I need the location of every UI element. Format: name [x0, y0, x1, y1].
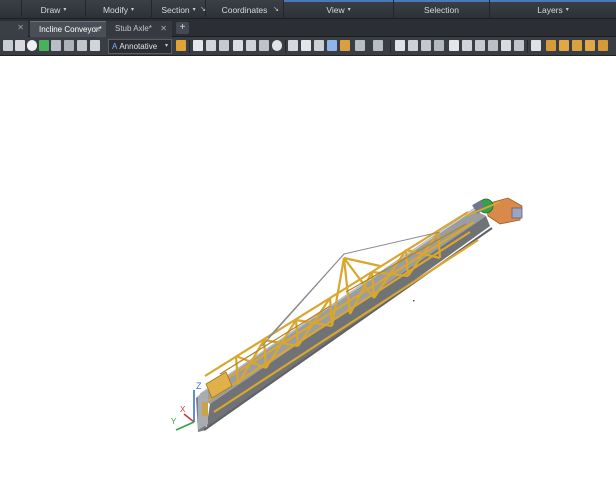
chevron-down-icon: ▾ [63, 7, 67, 13]
truss-top-chord [204, 211, 469, 377]
toolbar-separator [527, 40, 528, 53]
tool-palettes-icon[interactable] [475, 40, 485, 51]
truss-bottom-chord-rear [213, 239, 479, 413]
osnap-icon[interactable] [51, 40, 61, 51]
ribbon-left-stub [0, 0, 22, 19]
redo-icon[interactable] [373, 40, 383, 51]
render-icon[interactable] [272, 40, 282, 51]
new-file-icon[interactable] [193, 40, 203, 51]
tab-stub-axle[interactable]: Stub Axle* ✕ [106, 21, 172, 37]
snap-icon[interactable] [15, 40, 25, 51]
ucs-y-label: Y [171, 417, 177, 426]
new-tab-button[interactable]: + [176, 22, 189, 34]
panel-draw-label: Draw [40, 4, 61, 15]
panel-layers[interactable]: Layers ▾ [490, 0, 616, 19]
panel-draw[interactable]: Draw ▾ [22, 0, 86, 19]
publish-icon[interactable] [259, 40, 269, 51]
panel-launcher-icon[interactable]: ↘ [273, 5, 279, 13]
zoom-realtime-icon[interactable] [408, 40, 418, 51]
file-tabs-bar: ✕ Incline Conveyor* ✕ Stub Axle* ✕ [0, 19, 616, 37]
layer-isolate-icon[interactable] [585, 40, 595, 51]
otrack-icon[interactable] [64, 40, 74, 51]
layer-state-icon[interactable] [559, 40, 569, 51]
layer-properties-icon[interactable] [546, 40, 556, 51]
panel-accent-line [394, 0, 489, 2]
annotation-visibility-icon[interactable] [90, 40, 100, 51]
tail-pulley [202, 402, 208, 416]
workspace-icon[interactable] [176, 40, 186, 51]
undo-icon[interactable] [355, 40, 365, 51]
match-properties-icon[interactable] [327, 40, 337, 51]
ucs-z-label: Z [196, 381, 202, 391]
drawing-viewport[interactable]: Z Y X [0, 56, 616, 490]
panel-accent-line [490, 0, 616, 2]
layer-previous-icon[interactable] [572, 40, 582, 51]
ucs-y-axis [175, 421, 195, 431]
close-icon[interactable]: ✕ [160, 21, 167, 37]
truss-bottom-chord [205, 231, 471, 403]
chevron-down-icon: ▾ [347, 7, 351, 13]
ribbon-panel-bar: Draw ▾ Modify ▾ Section ▾ ↘ Coordinates … [0, 0, 616, 19]
ucs-x-label: X [180, 405, 186, 414]
pan-icon[interactable] [395, 40, 405, 51]
copy-icon[interactable] [301, 40, 311, 51]
help-icon[interactable] [531, 40, 541, 51]
open-file-icon[interactable] [206, 40, 216, 51]
chevron-down-icon: ▾ [192, 7, 196, 13]
grid-icon[interactable] [3, 40, 13, 51]
start-tab[interactable]: ✕ [0, 21, 28, 37]
quickcalc-icon[interactable] [514, 40, 524, 51]
sheet-set-icon[interactable] [488, 40, 498, 51]
panel-selection[interactable]: Selection [394, 0, 490, 19]
panel-layers-label: Layers [537, 4, 563, 15]
chevron-down-icon: ▾ [164, 43, 168, 49]
zoom-previous-icon[interactable] [434, 40, 444, 51]
tab-incline-conveyor[interactable]: Incline Conveyor* ✕ [30, 21, 106, 37]
markup-icon[interactable] [501, 40, 511, 51]
panel-section-label: Section [161, 4, 190, 15]
paste-icon[interactable] [314, 40, 324, 51]
save-icon[interactable] [219, 40, 229, 51]
annotation-scale-value: Annotative [119, 42, 158, 51]
toolbar-separator [390, 40, 391, 53]
properties-toolbar: A Annotative ▾ [0, 37, 616, 56]
close-icon[interactable]: ✕ [17, 23, 24, 32]
panel-view[interactable]: View ▾ [284, 0, 394, 19]
head-pulley-guard [511, 207, 523, 219]
conveyor-model: Z Y X [171, 197, 523, 432]
zoom-window-icon[interactable] [421, 40, 431, 51]
chevron-down-icon: ▾ [565, 7, 569, 13]
lineweight-icon[interactable] [77, 40, 87, 51]
ortho-icon[interactable] [27, 40, 37, 51]
panel-section[interactable]: Section ▾ ↘ [152, 0, 206, 19]
panel-modify-label: Modify [102, 4, 129, 15]
design-center-icon[interactable] [462, 40, 472, 51]
panel-accent-line [284, 0, 393, 2]
panel-view-label: View [326, 4, 345, 15]
annotation-scale-dropdown[interactable]: A Annotative ▾ [108, 39, 172, 54]
toolbar-separator [285, 40, 286, 53]
preview-icon[interactable] [246, 40, 256, 51]
chevron-down-icon: ▾ [131, 7, 135, 13]
block-editor-icon[interactable] [340, 40, 350, 51]
panel-coordinates[interactable]: Coordinates ↘ [206, 0, 284, 19]
polar-icon[interactable] [39, 40, 49, 51]
properties-icon[interactable] [449, 40, 459, 51]
tab-label: Stub Axle* [115, 24, 152, 33]
tab-label: Incline Conveyor* [39, 25, 102, 34]
toolbar-separator [189, 40, 190, 53]
close-icon[interactable]: ✕ [94, 22, 101, 38]
panel-coordinates-label: Coordinates [221, 4, 268, 15]
print-icon[interactable] [233, 40, 243, 51]
layer-freeze-icon[interactable] [598, 40, 608, 51]
panel-modify[interactable]: Modify ▾ [86, 0, 152, 19]
ucs-x-axis [183, 413, 195, 423]
belt-top [198, 210, 486, 404]
annotative-icon: A [112, 42, 118, 51]
cad-window: Draw ▾ Modify ▾ Section ▾ ↘ Coordinates … [0, 0, 616, 490]
panel-selection-label: Selection [424, 4, 459, 15]
cut-icon[interactable] [288, 40, 298, 51]
point-marker [413, 300, 415, 302]
